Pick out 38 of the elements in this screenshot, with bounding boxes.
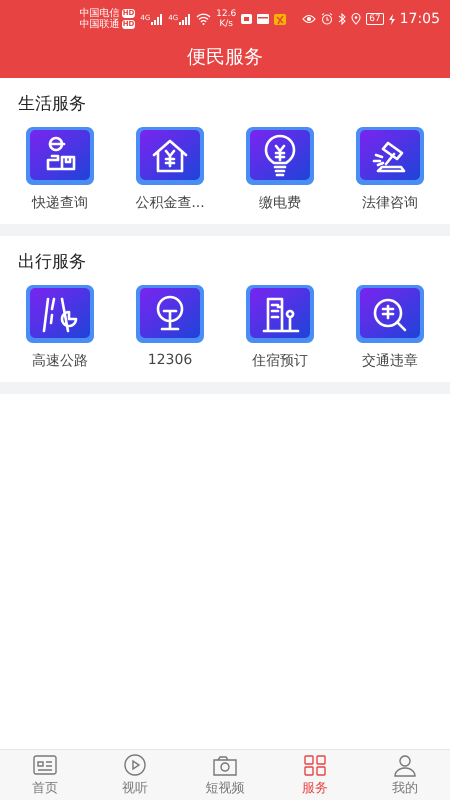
bluetooth-icon (338, 13, 346, 25)
service-label: 住宿预订 (252, 352, 308, 370)
service-label: 快递查询 (32, 194, 88, 212)
courier-service-icon[interactable] (26, 127, 94, 185)
nav-tab[interactable]: 短视频 (180, 751, 270, 799)
highway-service-icon[interactable] (26, 285, 94, 343)
charging-icon (388, 14, 395, 24)
nav-tab[interactable]: 我的 (360, 751, 450, 799)
service-label: 公积金查... (135, 194, 205, 212)
carrier-name: 中国联通 (80, 19, 120, 30)
location-icon (351, 13, 362, 25)
section-title: 出行服务 (18, 251, 86, 273)
wifi-icon (196, 13, 212, 25)
page-title: 便民服务 (187, 45, 263, 70)
nav-tab[interactable]: 服务 (270, 751, 360, 799)
eye-icon (302, 14, 316, 24)
service-label: 高速公路 (32, 352, 88, 370)
nav-tab[interactable]: 首页 (0, 751, 90, 799)
signal-icon (179, 14, 192, 24)
service-label: 12306 (148, 352, 192, 368)
network-speed: 12.6 (216, 9, 236, 19)
clock-time: 17:05 (400, 11, 440, 27)
bulb-service-icon[interactable] (246, 127, 314, 185)
battery-level: 67 (366, 13, 384, 25)
signal-icon (151, 14, 164, 24)
service-label: 交通违章 (362, 352, 418, 370)
section-title: 生活服务 (18, 93, 86, 115)
service-label: 法律咨询 (362, 194, 418, 212)
calendar-app-icon (257, 14, 270, 24)
carrier-name: 中国电信 (80, 8, 120, 19)
hotel-service-icon[interactable] (246, 285, 314, 343)
service-label: 缴电费 (259, 194, 301, 212)
video-app-icon (241, 14, 252, 24)
nav-tab[interactable]: 视听 (90, 751, 180, 799)
speed-unit: K/s (219, 19, 233, 29)
housing-service-icon[interactable] (136, 127, 204, 185)
alarm-icon (321, 13, 334, 25)
gavel-service-icon[interactable] (356, 127, 424, 185)
